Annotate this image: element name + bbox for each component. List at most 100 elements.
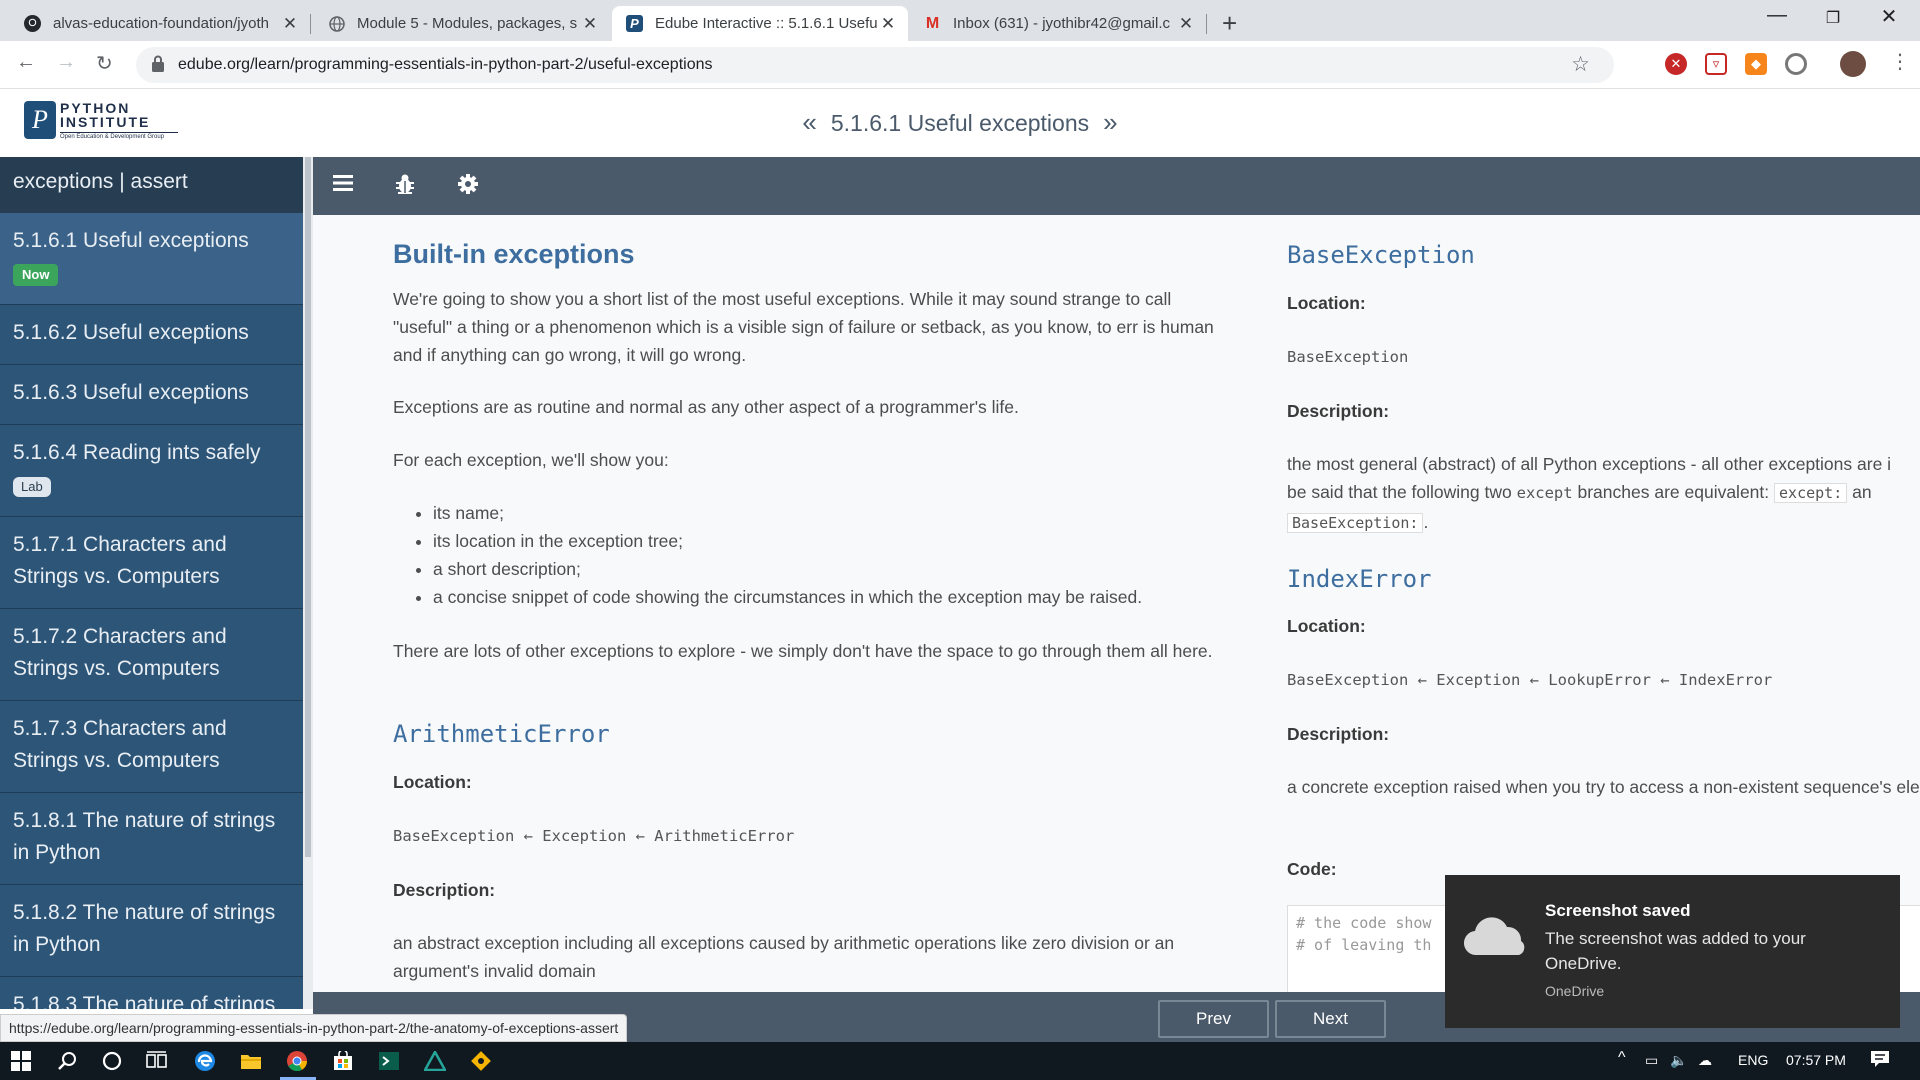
url-text: edube.org/learn/programming-essentials-i… [178, 56, 713, 73]
list-item: a short description; [433, 555, 1142, 583]
description-value: an abstract exception including all exce… [393, 933, 1175, 981]
tab-github[interactable]: alvas-education-foundation/jyoth ✕ [10, 6, 310, 41]
sidebar-scrollbar-thumb[interactable] [305, 157, 311, 857]
adblock-extension-icon[interactable]: ✕ [1665, 53, 1687, 75]
sidebar-item-5172[interactable]: 5.1.7.2 Characters and Strings vs. Compu… [0, 609, 303, 701]
list-item: its name; [433, 499, 1142, 527]
task-view-icon[interactable] [146, 1050, 168, 1072]
page-title: 5.1.6.1 Useful exceptions [830, 110, 1090, 136]
bug-icon[interactable] [395, 173, 415, 201]
sidebar-item-5181[interactable]: 5.1.8.1 The nature of strings in Python [0, 793, 303, 885]
sidebar-item-label: 5.1.6.4 Reading ints safely [13, 441, 261, 464]
sidebar-item-label: 5.1.8.2 The nature of strings in Python [13, 901, 276, 956]
sidebar-item-label: 5.1.6.1 Useful exceptions [13, 229, 249, 252]
tab-edube[interactable]: P Edube Interactive :: 5.1.6.1 Useful ✕ [612, 6, 908, 41]
new-tab-button[interactable]: + [1222, 8, 1237, 39]
forward-arrow-icon[interactable]: → [56, 51, 76, 74]
onedrive-notification[interactable]: Screenshot saved The screenshot was adde… [1445, 875, 1900, 1028]
tab-divider [1206, 14, 1207, 34]
location-label: Location: [1287, 616, 1366, 636]
next-lesson-chevron-icon[interactable]: » [1103, 107, 1117, 137]
sidebar-item-label: 5.1.7.2 Characters and Strings vs. Compu… [13, 625, 227, 680]
file-explorer-icon[interactable] [240, 1050, 262, 1072]
git-icon[interactable] [470, 1050, 492, 1072]
hamburger-menu-icon[interactable] [333, 173, 355, 199]
tab-title: Edube Interactive :: 5.1.6.1 Useful [655, 15, 878, 32]
close-icon[interactable]: ✕ [878, 14, 898, 34]
notification-title: Screenshot saved [1545, 901, 1691, 920]
inline-code: except: [1774, 483, 1848, 503]
sidebar-item-5163[interactable]: 5.1.6.3 Useful exceptions [0, 365, 303, 425]
onedrive-tray-icon[interactable]: ☁ [1698, 1052, 1712, 1069]
prev-lesson-chevron-icon[interactable]: « [802, 107, 816, 137]
volume-icon[interactable]: 🔈 [1670, 1052, 1687, 1069]
github-icon [24, 15, 41, 32]
reload-icon[interactable]: ↻ [96, 51, 113, 76]
sidebar-head-label: exceptions | assert [13, 170, 188, 193]
address-bar[interactable]: edube.org/learn/programming-essentials-i… [136, 47, 1614, 83]
sidebar-item-5161[interactable]: 5.1.6.1 Useful exceptions Now [0, 213, 303, 305]
window-close-icon[interactable]: ✕ [1866, 4, 1912, 29]
network-icon[interactable]: ▭ [1645, 1052, 1658, 1069]
inline-code: BaseException: [1287, 513, 1424, 533]
extension-circle-icon[interactable] [1785, 53, 1807, 75]
description-line: the most general (abstract) of all Pytho… [1287, 454, 1892, 474]
sidebar-section-head[interactable]: exceptions | assert [0, 157, 303, 213]
sidebar-item-5171[interactable]: 5.1.7.1 Characters and Strings vs. Compu… [0, 517, 303, 609]
prev-button[interactable]: Prev [1158, 1000, 1269, 1038]
windows-taskbar: ^ ▭ 🔈 ☁ ENG 07:57 PM [0, 1042, 1920, 1080]
back-arrow-icon[interactable]: ← [16, 51, 36, 74]
search-icon[interactable] [56, 1050, 78, 1072]
tab-module5[interactable]: Module 5 - Modules, packages, s ✕ [314, 6, 610, 41]
chrome-icon[interactable] [286, 1050, 308, 1072]
description-text: branches are equivalent: [1577, 482, 1770, 502]
store-icon[interactable] [332, 1050, 354, 1072]
sidebar-item-5173[interactable]: 5.1.7.3 Characters and Strings vs. Compu… [0, 701, 303, 793]
close-icon[interactable]: ✕ [580, 14, 600, 34]
close-icon[interactable]: ✕ [280, 14, 300, 34]
windows-start-icon[interactable] [10, 1050, 32, 1072]
description-line: BaseException:. [1287, 508, 1428, 537]
tray-chevron-icon[interactable]: ^ [1618, 1049, 1626, 1067]
sidebar-item-5164[interactable]: 5.1.6.4 Reading ints safely Lab [0, 425, 303, 517]
inline-code: except [1516, 484, 1573, 502]
gmail-icon: M [925, 14, 940, 32]
cortana-icon[interactable] [101, 1050, 123, 1072]
pocket-extension-icon[interactable]: ▿ [1705, 53, 1727, 75]
description-label: Description: [393, 880, 496, 900]
next-button[interactable]: Next [1275, 1000, 1386, 1038]
terminal-icon[interactable] [378, 1050, 400, 1072]
minimize-icon[interactable]: — [1754, 4, 1800, 27]
status-bar-url: https://edube.org/learn/programming-esse… [0, 1014, 628, 1042]
sidebar-item-5162[interactable]: 5.1.6.2 Useful exceptions [0, 305, 303, 365]
app-a-icon[interactable] [424, 1050, 446, 1072]
restore-icon[interactable]: ❐ [1810, 8, 1856, 28]
lock-icon [152, 55, 164, 72]
metamask-fox-icon[interactable]: ◆ [1745, 53, 1767, 75]
profile-avatar[interactable] [1840, 51, 1866, 77]
each-exception-paragraph: For each exception, we'll show you: [393, 450, 669, 470]
list-item: its location in the exception tree; [433, 527, 1142, 555]
close-icon[interactable]: ✕ [1176, 14, 1196, 34]
location-value: BaseException [1287, 348, 1409, 366]
gear-icon[interactable] [457, 173, 479, 201]
bookmark-star-icon[interactable]: ☆ [1571, 52, 1590, 77]
sidebar-item-label: 5.1.6.2 Useful exceptions [13, 321, 249, 344]
notification-source: OneDrive [1545, 983, 1605, 999]
lesson-title-bar: « 5.1.6.1 Useful exceptions » [0, 107, 1920, 138]
browser-menu-icon[interactable]: ⋮ [1890, 49, 1910, 74]
description-line: be said that the following two except br… [1287, 478, 1920, 507]
tab-gmail[interactable]: M Inbox (631) - jyothibr42@gmail.c ✕ [910, 6, 1206, 41]
cloud-icon [1463, 917, 1525, 956]
clock[interactable]: 07:57 PM [1786, 1052, 1846, 1068]
language-indicator[interactable]: ENG [1738, 1052, 1768, 1068]
edge-icon[interactable] [194, 1050, 216, 1072]
sidebar-item-5182[interactable]: 5.1.8.2 The nature of strings in Python [0, 885, 303, 977]
sidebar-item-label: 5.1.8.1 The nature of strings in Python [13, 809, 276, 864]
sidebar-item-label: 5.1.7.3 Characters and Strings vs. Compu… [13, 717, 227, 772]
section-heading: Built-in exceptions [393, 239, 635, 269]
list-item: a concise snippet of code showing the ci… [433, 583, 1142, 611]
sidebar-item-5183[interactable]: 5.1.8.3 The nature of strings [0, 977, 303, 1009]
action-center-icon[interactable] [1870, 1050, 1890, 1071]
exception-name-indexerror: IndexError [1287, 565, 1432, 593]
